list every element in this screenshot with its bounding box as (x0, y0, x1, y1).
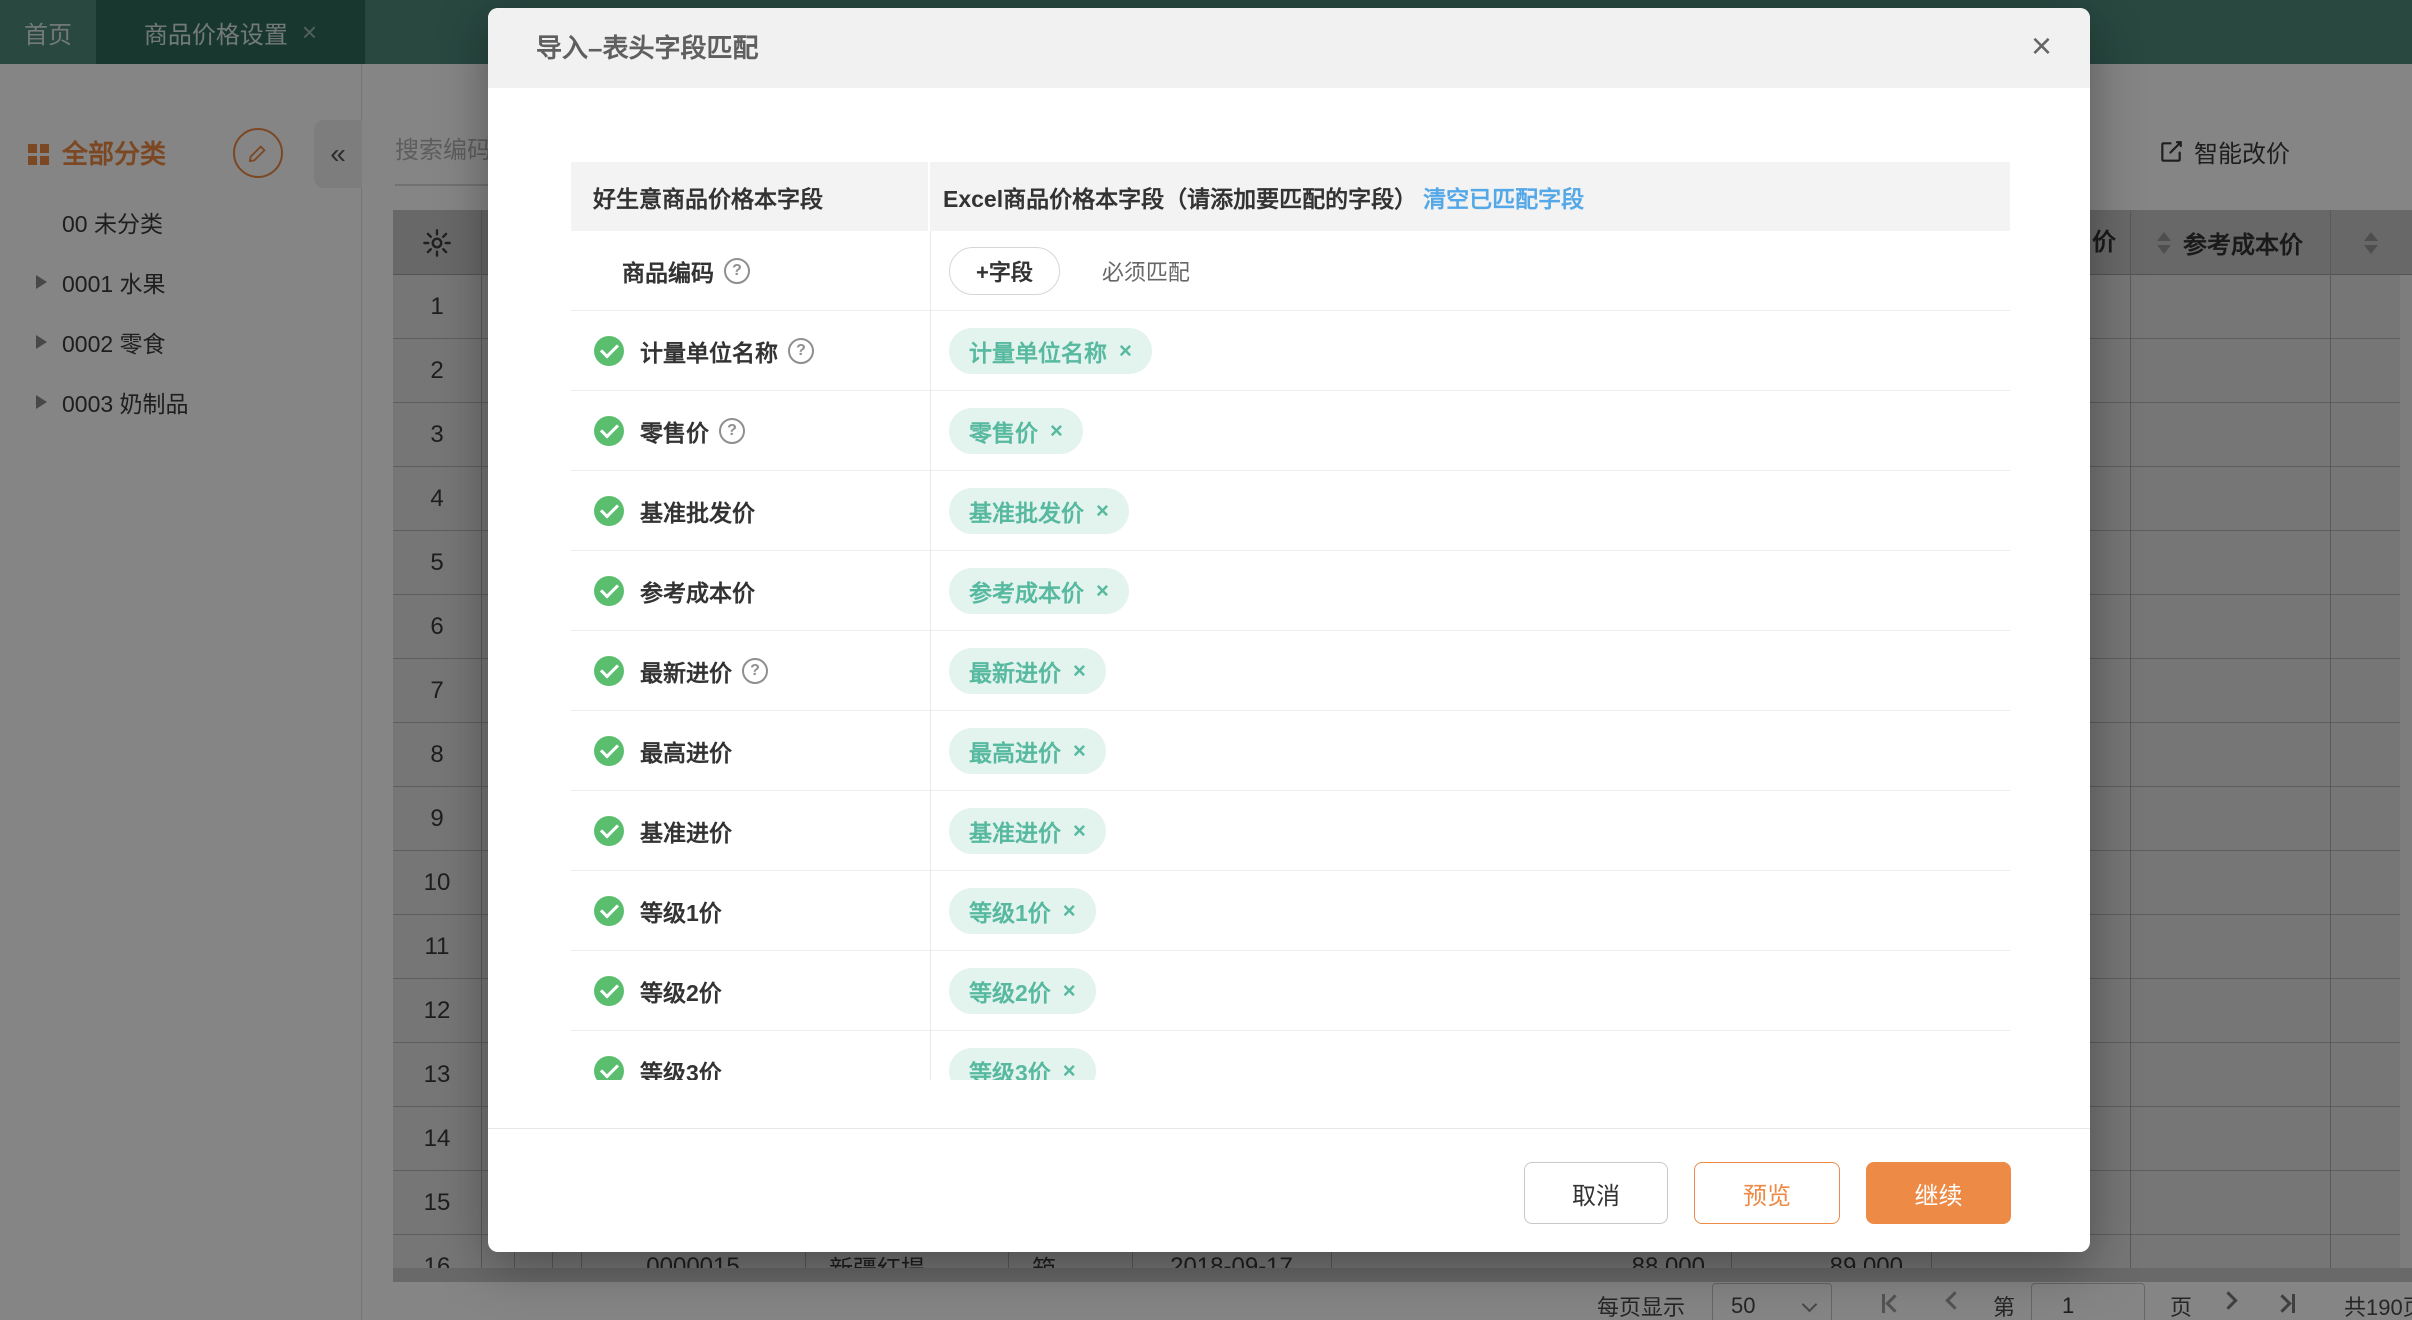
footer-divider (488, 1128, 2090, 1129)
check-circle-icon (594, 575, 624, 606)
remove-tag-icon[interactable]: × (1096, 498, 1109, 524)
required-match-note: 必须匹配 (1101, 259, 1190, 285)
matched-field-tag: 零售价 × (949, 407, 1083, 454)
modal-title: 导入–表头字段匹配 (536, 33, 759, 63)
check-circle-icon (594, 335, 624, 366)
remove-tag-icon[interactable]: × (1063, 898, 1076, 924)
matched-field-tag: 等级1价 × (949, 887, 1096, 934)
help-icon[interactable]: ? (724, 257, 750, 284)
clear-matched-link[interactable]: 清空已匹配字段 (1423, 180, 1584, 214)
matched-field-tag: 基准批发价 × (949, 487, 1129, 534)
matched-field-tag: 最新进价 × (949, 647, 1106, 694)
remove-tag-icon[interactable]: × (1050, 418, 1063, 444)
remove-tag-icon[interactable]: × (1063, 1058, 1076, 1081)
app-screen: 首页 商品价格设置 × 全部分类 « 00 未分类 0001 水果 0002 零… (0, 0, 2412, 1320)
check-circle-icon (594, 895, 624, 926)
matching-rows-viewport: 商品编码 ? +字段 必须匹配 计量单位名称 ? 计量单位名称 × 零售价 ? … (571, 231, 2010, 1080)
check-circle-icon (594, 735, 624, 766)
match-row-base-purchase-price: 基准进价 基准进价 × (571, 791, 2010, 871)
check-circle-icon (594, 655, 624, 686)
modal-header: 导入–表头字段匹配 × (488, 8, 2090, 88)
matched-field-tag: 等级3价 × (949, 1047, 1096, 1081)
matched-field-tag: 计量单位名称 × (949, 327, 1152, 374)
column-divider (930, 231, 931, 1080)
match-row-product-code: 商品编码 ? +字段 必须匹配 (571, 231, 2010, 311)
matched-field-tag: 参考成本价 × (949, 567, 1129, 614)
cancel-button[interactable]: 取消 (1524, 1162, 1668, 1224)
match-row-level2-price: 等级2价 等级2价 × (571, 951, 2010, 1031)
matched-field-tag: 等级2价 × (949, 967, 1096, 1014)
remove-tag-icon[interactable]: × (1073, 738, 1086, 764)
check-circle-icon (594, 815, 624, 846)
continue-button[interactable]: 继续 (1866, 1162, 2011, 1224)
import-field-matching-modal: 导入–表头字段匹配 × 好生意商品价格本字段 Excel商品价格本字段（请添加要… (488, 8, 2090, 1252)
help-icon[interactable]: ? (719, 417, 745, 444)
match-row-level3-price: 等级3价 等级3价 × (571, 1031, 2010, 1080)
match-row-level1-price: 等级1价 等级1价 × (571, 871, 2010, 951)
matched-field-tag: 基准进价 × (949, 807, 1106, 854)
check-circle-icon (594, 1055, 624, 1080)
match-row-reference-cost: 参考成本价 参考成本价 × (571, 551, 2010, 631)
remove-tag-icon[interactable]: × (1096, 578, 1109, 604)
remove-tag-icon[interactable]: × (1073, 658, 1086, 684)
field-matching-table: 好生意商品价格本字段 Excel商品价格本字段（请添加要匹配的字段） 清空已匹配… (571, 162, 2010, 1080)
remove-tag-icon[interactable]: × (1073, 818, 1086, 844)
help-icon[interactable]: ? (788, 337, 814, 364)
help-icon[interactable]: ? (742, 657, 768, 684)
matching-table-header: 好生意商品价格本字段 Excel商品价格本字段（请添加要匹配的字段） 清空已匹配… (571, 162, 2010, 231)
match-row-unit-name: 计量单位名称 ? 计量单位名称 × (571, 311, 2010, 391)
check-circle-icon (594, 975, 624, 1006)
modal-close-icon[interactable]: × (2031, 28, 2052, 64)
remove-tag-icon[interactable]: × (1119, 338, 1132, 364)
match-row-retail-price: 零售价 ? 零售价 × (571, 391, 2010, 471)
preview-button[interactable]: 预览 (1694, 1162, 1840, 1224)
matched-field-tag: 最高进价 × (949, 727, 1106, 774)
match-row-latest-purchase-price: 最新进价 ? 最新进价 × (571, 631, 2010, 711)
check-circle-icon (594, 415, 624, 446)
remove-tag-icon[interactable]: × (1063, 978, 1076, 1004)
match-row-highest-purchase-price: 最高进价 最高进价 × (571, 711, 2010, 791)
check-circle-icon (594, 495, 624, 526)
match-row-base-wholesale-price: 基准批发价 基准批发价 × (571, 471, 2010, 551)
source-fields-header: 好生意商品价格本字段 (571, 162, 930, 231)
excel-fields-header: Excel商品价格本字段（请添加要匹配的字段） (943, 185, 1418, 212)
add-field-button[interactable]: +字段 (949, 246, 1060, 295)
